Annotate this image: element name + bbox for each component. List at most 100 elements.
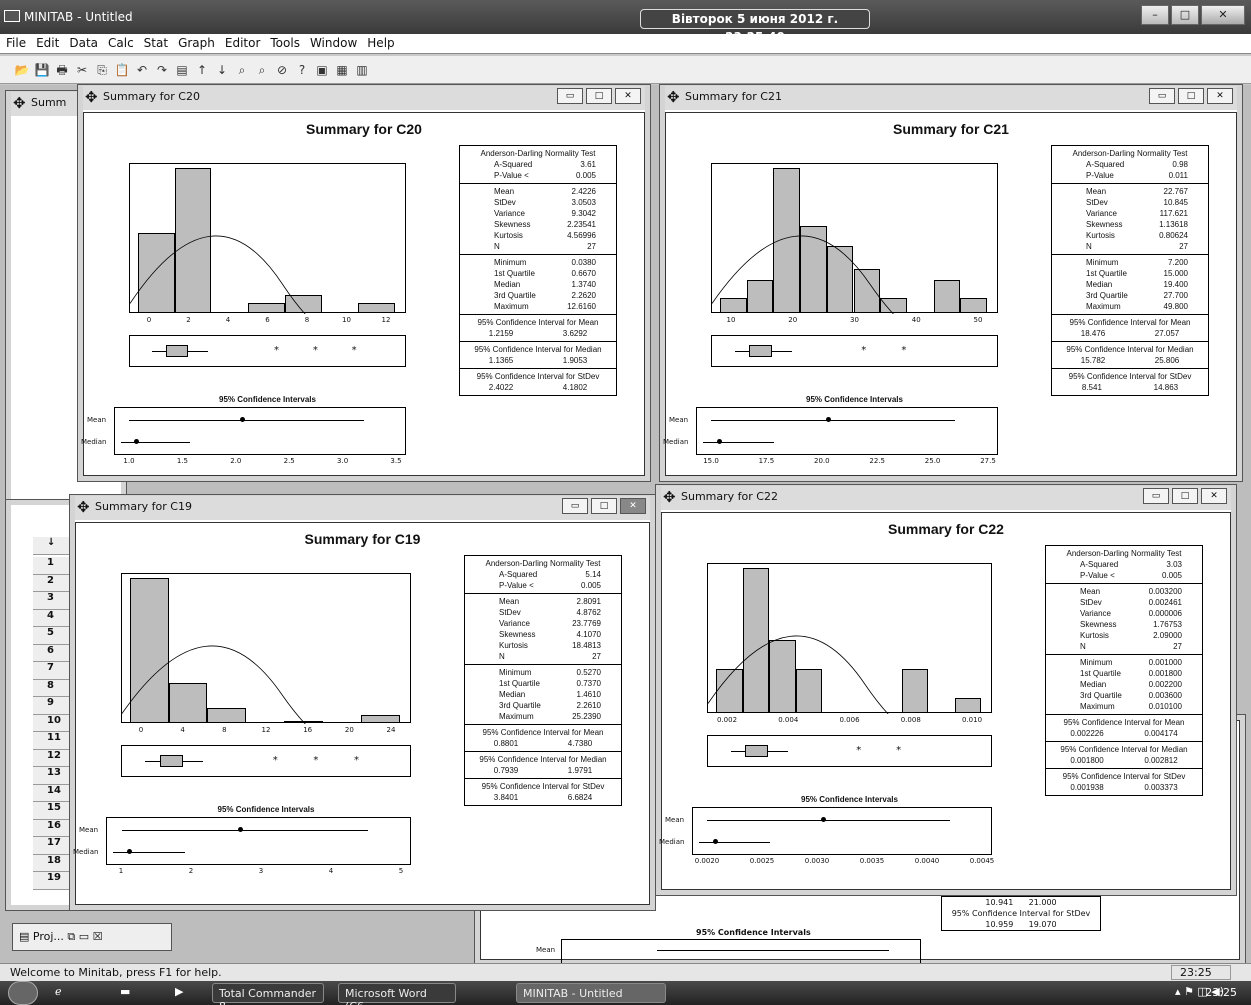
- window-caption[interactable]: ✥ Summary for C19 ▭ □ ✕: [75, 496, 650, 520]
- toolbar: 📂 💾 🖶 ✂ ⎘ 📋 ↶ ↷ ▤ ↑ ↓ ⌕ ⌕ ⊘? ▣ ▦ ▥: [0, 56, 1251, 84]
- plot-title: Summary for C22: [888, 521, 1004, 537]
- stat-value: 27: [1179, 242, 1188, 251]
- ci-title: 95% Confidence Intervals: [219, 395, 316, 404]
- mdi-area: ✥ Summ ↓ 1 2 3 4 5 6 7 8 9 10 11 12 13 14 15 16 17 18 19 10.…: [0, 85, 1251, 965]
- paste-icon[interactable]: 📋: [114, 63, 130, 79]
- boxplot: * * *: [121, 745, 411, 777]
- hist-tick-label: 12: [381, 316, 391, 324]
- window-minimize-button[interactable]: ▭: [562, 498, 588, 514]
- cancel-icon[interactable]: ⊘: [274, 63, 290, 79]
- stat-label: Mean: [1086, 187, 1107, 196]
- hist-tick-label: 0.006: [839, 716, 860, 724]
- assistant-icon[interactable]: ▣: [314, 63, 330, 79]
- ci-mean-line: [121, 830, 368, 831]
- copy-icon[interactable]: ⎘: [94, 63, 110, 79]
- stat-value: 0.005: [580, 581, 601, 590]
- window-close-button[interactable]: ✕: [1207, 88, 1233, 104]
- window-maximize-button[interactable]: □: [591, 498, 617, 514]
- ad-title: Anderson-Darling Normality Test: [485, 559, 601, 568]
- minimize-button[interactable]: –: [1141, 5, 1169, 25]
- menu-editor[interactable]: Editor: [219, 34, 265, 50]
- down-icon[interactable]: ↓: [214, 63, 230, 79]
- session-icon[interactable]: ▤: [174, 63, 190, 79]
- menu-data[interactable]: Data: [63, 34, 102, 50]
- outlier-mark: *: [351, 345, 357, 356]
- window-minimize-button[interactable]: ▭: [1143, 488, 1169, 504]
- help-icon[interactable]: ?: [294, 63, 310, 79]
- menu-graph[interactable]: Graph: [172, 34, 219, 50]
- stat-value: 27: [592, 652, 601, 661]
- menu-window[interactable]: Window: [304, 34, 361, 50]
- media-icon[interactable]: ▶: [175, 985, 183, 998]
- summary-window-c20[interactable]: ✥ Summary for C20 ▭ □ ✕ Summary for C20 0 2 4 6…: [78, 85, 650, 481]
- up-icon[interactable]: ↑: [194, 63, 210, 79]
- stat-value: 1.76753: [1153, 620, 1182, 629]
- stat-value: 4.8762: [576, 608, 601, 617]
- cut-icon[interactable]: ✂: [74, 63, 90, 79]
- ci-title: 95% Confidence Intervals: [806, 395, 903, 404]
- taskbar-item-minitab[interactable]: MINITAB - Untitled: [516, 983, 666, 1003]
- ci-mean-title: 95% Confidence Interval for Mean: [1063, 718, 1185, 727]
- ci-median-point: [134, 439, 140, 444]
- graph-icon[interactable]: ▦: [334, 63, 350, 79]
- redo-icon[interactable]: ↷: [154, 63, 170, 79]
- ie-icon[interactable]: ℯ: [55, 985, 62, 998]
- window-maximize-button[interactable]: □: [1172, 488, 1198, 504]
- window-close-button[interactable]: ✕: [615, 88, 641, 104]
- summary-window-c21[interactable]: ✥ Summary for C21 ▭ □ ✕ Summary for C21 10 20…: [660, 85, 1242, 481]
- menu-calc[interactable]: Calc: [102, 34, 138, 50]
- window-caption[interactable]: ✥ Summary for C20 ▭ □ ✕: [83, 86, 645, 110]
- hist-tick-label: 8: [304, 316, 310, 324]
- window-close-button[interactable]: ✕: [620, 498, 646, 514]
- stat-value: 0.0380: [571, 258, 596, 267]
- window-close-button[interactable]: ✕: [1201, 488, 1227, 504]
- bg-window-title: Summ: [31, 96, 67, 109]
- summary-window-c22[interactable]: ✥ Summary for C22 ▭ □ ✕ Summary for C22 0.00…: [656, 485, 1236, 895]
- ci-mean-title: 95% Confidence Interval for Mean: [482, 728, 604, 737]
- maximize-button[interactable]: □: [1171, 5, 1199, 25]
- window-icon: ✥: [663, 488, 676, 506]
- worksheet-icon[interactable]: ▥: [354, 63, 370, 79]
- stat-label: P-Value <: [494, 171, 529, 180]
- close-button[interactable]: ✕: [1201, 5, 1245, 25]
- stat-value: 27: [1173, 642, 1182, 651]
- stat-label: 3rd Quartile: [1086, 291, 1128, 300]
- stat-label: Kurtosis: [494, 231, 523, 240]
- window-maximize-button[interactable]: □: [1178, 88, 1204, 104]
- find-icon[interactable]: ⌕: [234, 63, 250, 79]
- ci-tick-label: 2.0: [230, 457, 242, 465]
- menu-help[interactable]: Help: [361, 34, 398, 50]
- stat-label: Minimum: [1080, 658, 1113, 667]
- taskbar-item-word[interactable]: Microsoft Word (C6...: [338, 983, 456, 1005]
- window-caption[interactable]: ✥ Summary for C21 ▭ □ ✕: [665, 86, 1237, 110]
- open-icon[interactable]: 📂: [14, 63, 30, 79]
- window-maximize-button[interactable]: □: [586, 88, 612, 104]
- summary-window-c19[interactable]: ✥ Summary for C19 ▭ □ ✕ Summary for C19 0 4 8 1…: [70, 495, 655, 910]
- find-next-icon[interactable]: ⌕: [254, 63, 270, 79]
- explorer-icon[interactable]: ▬: [120, 985, 130, 998]
- ci-plot: Mean Median: [81, 407, 406, 455]
- save-icon[interactable]: 💾: [34, 63, 50, 79]
- stat-value: 2.4226: [571, 187, 596, 196]
- window-minimize-button[interactable]: ▭: [557, 88, 583, 104]
- menu-stat[interactable]: Stat: [138, 34, 172, 50]
- window-caption[interactable]: ✥ Summary for C22 ▭ □ ✕: [661, 486, 1231, 510]
- print-icon[interactable]: 🖶: [54, 61, 70, 77]
- ci-sd-low: 0.001938: [1070, 783, 1104, 792]
- stat-value: 0.5270: [576, 668, 601, 677]
- summary-plot: Summary for C19 0 4 8 12 16 20 24 * * * 95% Confid…: [73, 522, 650, 905]
- taskbar-item-totalcmd[interactable]: Total Commander 8....: [212, 983, 324, 1005]
- menu-file[interactable]: File: [0, 34, 30, 50]
- stat-value: 0.003200: [1148, 587, 1182, 596]
- window-minimize-button[interactable]: ▭: [1149, 88, 1175, 104]
- menu-edit[interactable]: Edit: [30, 34, 63, 50]
- ci-tick-label: 0.0030: [804, 857, 830, 865]
- project-minimized[interactable]: ▤ Proj... ⧉ ▭ ☒: [12, 923, 172, 951]
- stat-label: Kurtosis: [1086, 231, 1115, 240]
- start-button[interactable]: [8, 981, 38, 1005]
- undo-icon[interactable]: ↶: [134, 63, 150, 79]
- stat-value: 0.7370: [576, 679, 601, 688]
- ci-median-point: [127, 849, 133, 854]
- menu-tools[interactable]: Tools: [264, 34, 304, 50]
- ci-mean-line: [707, 820, 950, 821]
